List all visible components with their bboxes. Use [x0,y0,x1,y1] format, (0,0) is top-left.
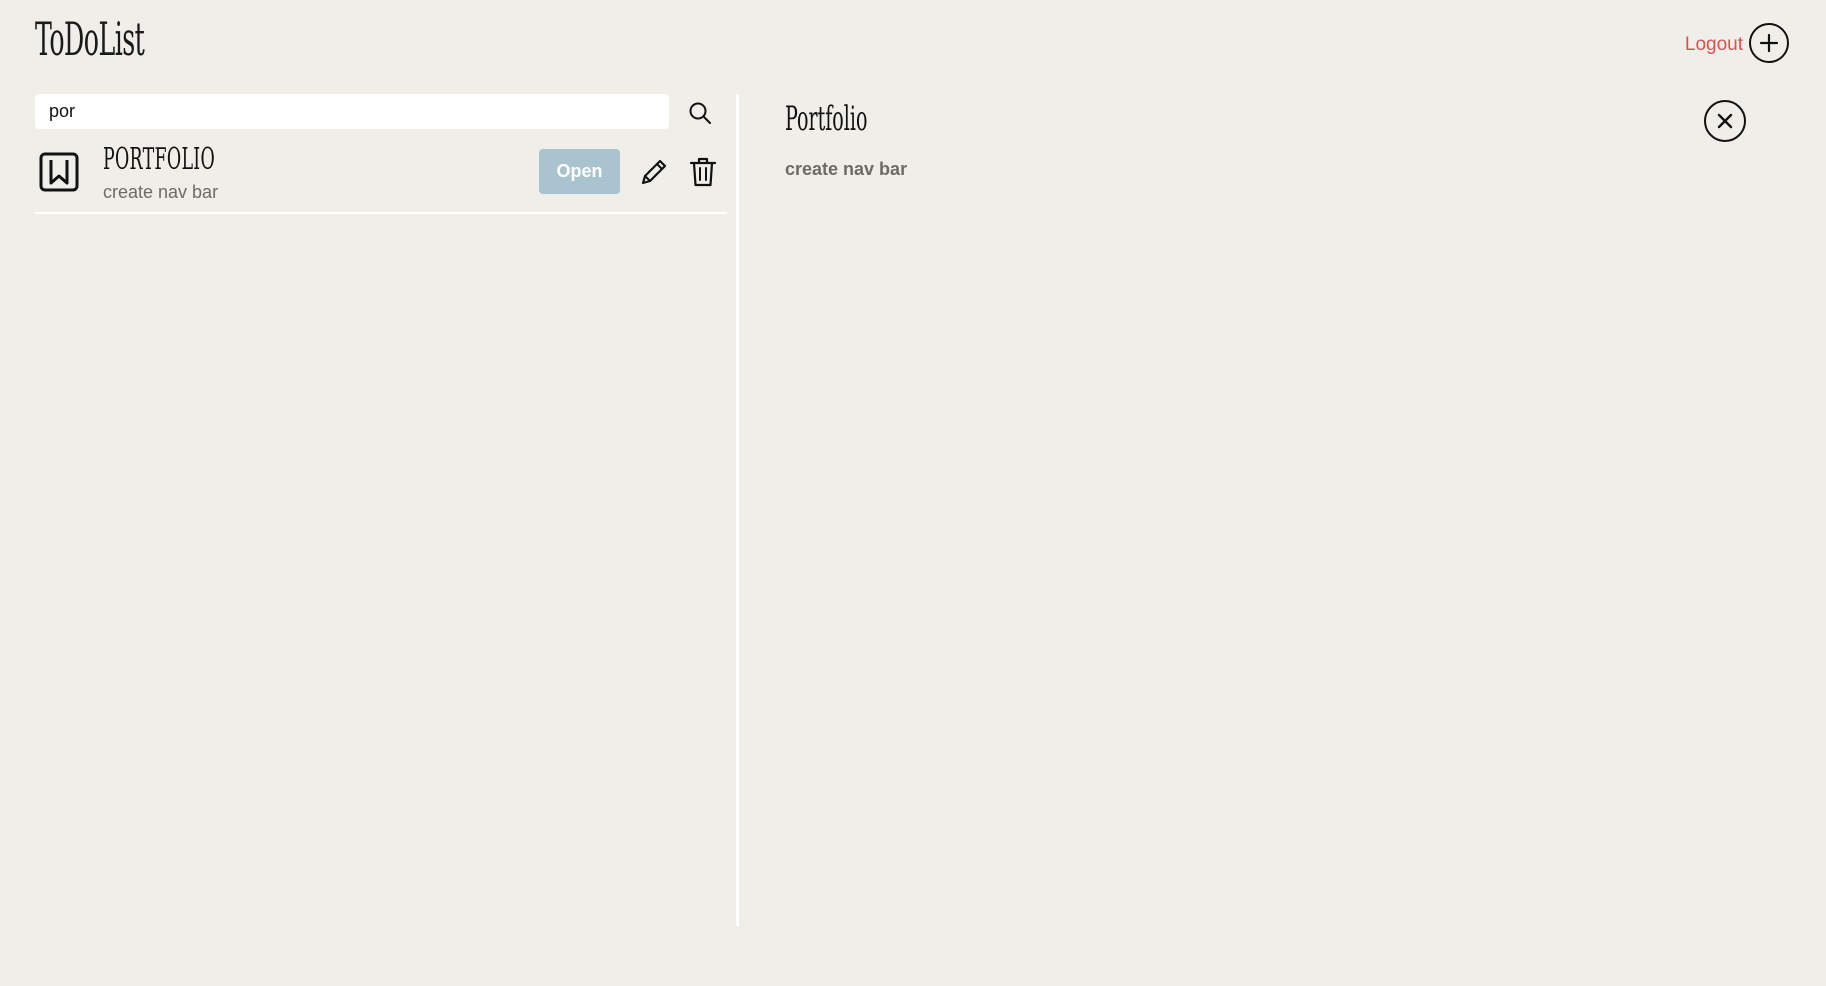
add-task-button[interactable] [1749,23,1789,63]
trash-icon [689,157,717,187]
list-item-description: create nav bar [103,182,219,202]
search-icon [689,102,711,124]
plus-icon [1759,33,1779,53]
search-input[interactable] [35,94,669,129]
panel-divider [736,94,739,926]
delete-button[interactable] [689,156,717,188]
app-title: ToDoList [35,12,145,66]
pencil-icon [641,159,667,185]
open-button[interactable]: Open [539,149,620,194]
search-button[interactable] [685,98,715,128]
close-icon [1717,113,1733,129]
detail-description: create nav bar [785,159,908,179]
list-item: PORTFOLIO create nav bar Open [35,140,727,214]
edit-button[interactable] [638,156,670,188]
bookmark-icon [39,152,79,192]
detail-title: Portfolio [785,99,868,139]
logout-link[interactable]: Logout [1685,34,1743,56]
list-item-title: PORTFOLIO [103,142,216,177]
close-detail-button[interactable] [1704,100,1746,142]
